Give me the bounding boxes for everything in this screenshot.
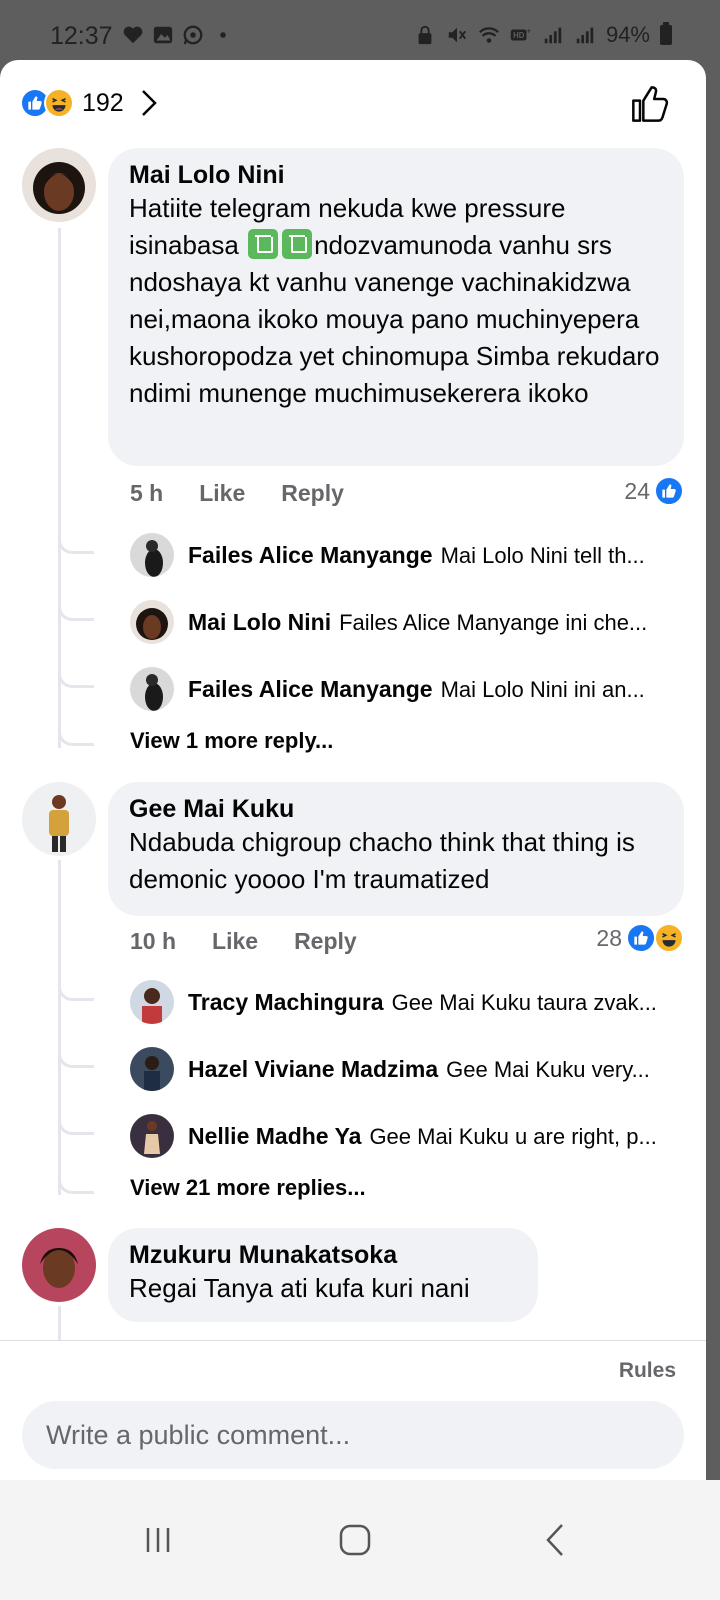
reply-author[interactable]: Hazel Viviane Madzima: [188, 1056, 438, 1082]
svg-text:HD: HD: [513, 31, 525, 40]
reply-preview[interactable]: Hazel Viviane Madzima Gee Mai Kuku very..…: [130, 1046, 690, 1092]
comment-text: Hatiite telegram nekuda kwe pressure isi…: [129, 193, 660, 408]
comment-text: Ndabuda chigroup chacho think that thing…: [129, 827, 635, 894]
haha-reaction-icon: [44, 88, 74, 118]
like-link[interactable]: Like: [212, 928, 258, 955]
avatar[interactable]: [130, 980, 174, 1024]
reply-text: Gee Mai Kuku taura zvak...: [391, 989, 657, 1015]
back-icon: [546, 1524, 563, 1556]
status-bar: 12:37 HD + 94%: [0, 0, 720, 62]
battery-percent: 94%: [605, 22, 650, 47]
comment-reactions[interactable]: 24: [624, 476, 684, 506]
comment-meta: 5 h Like Reply: [130, 480, 344, 507]
thread-branch: [58, 985, 94, 1001]
litter-bin-emoji-icon: [282, 229, 313, 259]
recent-apps-icon: [146, 1528, 170, 1552]
view-more-replies[interactable]: View 21 more replies...: [130, 1175, 366, 1201]
like-link[interactable]: Like: [199, 480, 245, 507]
reactions-summary[interactable]: 192: [20, 88, 158, 118]
home-icon: [339, 1524, 371, 1556]
reply-link[interactable]: Reply: [281, 480, 344, 507]
reply-preview[interactable]: Mai Lolo Nini Failes Alice Manyange ini c…: [130, 599, 690, 645]
haha-reaction-icon: [654, 923, 684, 953]
thread-branch: [58, 605, 94, 621]
avatar[interactable]: [130, 1047, 174, 1091]
home-button[interactable]: [325, 1510, 385, 1570]
reply-text: Failes Alice Manyange ini che...: [339, 609, 648, 635]
comment-text: Regai Tanya ati kufa kuri nani: [129, 1273, 470, 1303]
like-reaction-icon: [654, 476, 684, 506]
comments-sheet: 192 Mai Lolo Nini Hatiite telegram nekud…: [0, 60, 706, 1510]
battery-icon: [660, 22, 672, 45]
thread-branch: [58, 1052, 94, 1068]
reply-link[interactable]: Reply: [294, 928, 357, 955]
like-button-icon[interactable]: [630, 84, 670, 124]
thread-branch: [58, 672, 94, 688]
reply-preview[interactable]: Failes Alice Manyange Mai Lolo Nini ini a…: [130, 666, 690, 712]
recent-apps-button[interactable]: [128, 1510, 188, 1570]
comment-time: 5 h: [130, 480, 164, 506]
reply-author[interactable]: Failes Alice Manyange: [188, 676, 433, 702]
hd-icon: HD+: [510, 26, 531, 41]
comment-bubble[interactable]: Mai Lolo Nini Hatiite telegram nekuda kw…: [108, 148, 684, 466]
view-more-replies[interactable]: View 1 more reply...: [130, 728, 333, 754]
avatar[interactable]: [22, 148, 96, 222]
reply-text: Gee Mai Kuku u are right, p...: [369, 1123, 657, 1149]
comment-reaction-count: 24: [624, 477, 650, 504]
comment-reactions[interactable]: 28: [596, 923, 684, 953]
dot-icon: [220, 32, 226, 38]
avatar[interactable]: [130, 600, 174, 644]
reply-preview[interactable]: Tracy Machingura Gee Mai Kuku taura zvak.…: [130, 979, 690, 1025]
thread-line: [58, 860, 61, 1195]
heart-notification-icon: [123, 26, 143, 44]
thread-branch: [58, 730, 94, 746]
thread-branch: [58, 538, 94, 554]
reply-text: Gee Mai Kuku very...: [446, 1056, 650, 1082]
comment-meta: 10 h Like Reply: [130, 928, 357, 955]
reply-author[interactable]: Tracy Machingura: [188, 989, 384, 1015]
signal-icon: [544, 27, 562, 44]
like-reaction-icon: [626, 923, 656, 953]
reply-author[interactable]: Mai Lolo Nini: [188, 609, 331, 635]
avatar[interactable]: [130, 1114, 174, 1158]
reply-author[interactable]: Failes Alice Manyange: [188, 542, 433, 568]
reaction-count: 192: [82, 88, 124, 117]
signal-2-icon: [576, 27, 594, 44]
comment-author[interactable]: Mai Lolo Nini: [129, 160, 662, 190]
svg-text:+: +: [526, 26, 531, 35]
thread-branch: [58, 1178, 94, 1194]
reply-preview[interactable]: Failes Alice Manyange Mai Lolo Nini tell …: [130, 532, 690, 578]
thread-line: [58, 228, 61, 748]
comment-input[interactable]: [22, 1401, 684, 1469]
avatar[interactable]: [22, 782, 96, 856]
lock-icon: [418, 25, 432, 45]
reply-text: Mai Lolo Nini tell th...: [440, 542, 645, 568]
status-time: 12:37: [50, 22, 113, 50]
thread-branch: [58, 1119, 94, 1135]
avatar[interactable]: [130, 667, 174, 711]
rules-link[interactable]: Rules: [619, 1359, 676, 1383]
reply-preview[interactable]: Nellie Madhe Ya Gee Mai Kuku u are right,…: [130, 1113, 690, 1159]
whatsapp-notification-icon: [183, 25, 203, 45]
reply-author[interactable]: Nellie Madhe Ya: [188, 1123, 361, 1149]
wifi-icon: [478, 27, 499, 43]
mute-icon: [448, 27, 466, 43]
reply-text: Mai Lolo Nini ini an...: [440, 676, 645, 702]
comment-author[interactable]: Mzukuru Munakatsoka: [129, 1240, 516, 1270]
gallery-notification-icon: [153, 26, 173, 44]
comment-reaction-count: 28: [596, 924, 622, 951]
navigation-bar: [0, 1480, 720, 1600]
avatar[interactable]: [130, 533, 174, 577]
litter-bin-emoji-icon: [248, 229, 279, 259]
comment-bubble[interactable]: Gee Mai Kuku Ndabuda chigroup chacho thi…: [108, 782, 684, 916]
comment-bubble[interactable]: Mzukuru Munakatsoka Regai Tanya ati kufa…: [108, 1228, 538, 1322]
comment-author[interactable]: Gee Mai Kuku: [129, 794, 662, 824]
avatar[interactable]: [22, 1228, 96, 1302]
comment-time: 10 h: [130, 928, 177, 954]
chevron-right-icon: [141, 90, 157, 116]
back-button[interactable]: [525, 1510, 585, 1570]
